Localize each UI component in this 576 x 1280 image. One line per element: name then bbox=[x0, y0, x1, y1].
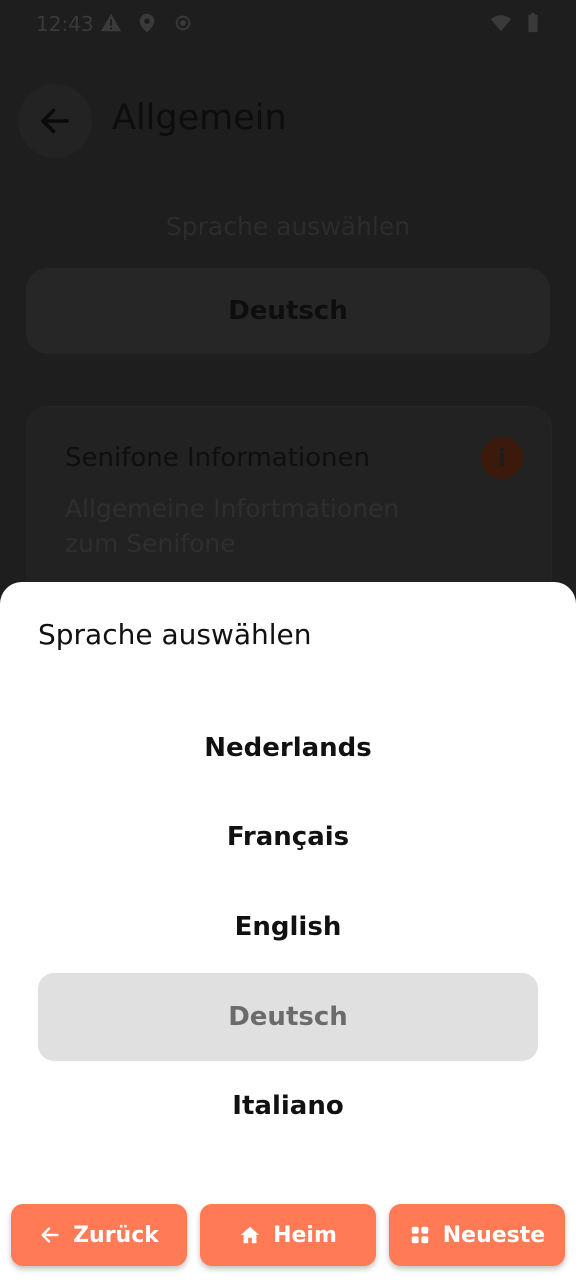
home-button-label: Heim bbox=[273, 1222, 337, 1248]
info-icon: i bbox=[481, 437, 523, 479]
status-time: 12:43 bbox=[36, 12, 94, 36]
arrow-left-icon bbox=[41, 108, 69, 134]
header-back-button[interactable] bbox=[18, 84, 92, 158]
grid-icon bbox=[411, 1226, 429, 1244]
language-option-label: Français bbox=[226, 822, 350, 852]
battery-icon bbox=[522, 12, 544, 34]
language-sheet: Sprache auswählen Nederlands Français En… bbox=[0, 582, 576, 1280]
language-option-italiano[interactable]: Italiano bbox=[38, 1062, 538, 1150]
gps-icon bbox=[172, 12, 194, 34]
language-value: Deutsch bbox=[228, 296, 348, 326]
info-card-subtitle: Allgemeine Infortmationen zum Senifone bbox=[65, 494, 400, 558]
back-button-label: Zurück bbox=[73, 1222, 159, 1248]
info-card-title: Senifone Informationen bbox=[65, 443, 370, 473]
language-selector[interactable]: Deutsch bbox=[26, 268, 550, 354]
language-option-deutsch[interactable]: Deutsch bbox=[38, 973, 538, 1061]
page-title: Allgemein bbox=[112, 98, 287, 138]
recent-button-label: Neueste bbox=[442, 1222, 546, 1248]
language-option-nederlands[interactable]: Nederlands bbox=[38, 704, 538, 792]
location-icon bbox=[136, 12, 158, 34]
home-icon bbox=[240, 1226, 260, 1244]
language-option-label: Italiano bbox=[232, 1091, 344, 1121]
home-button[interactable]: Heim bbox=[200, 1204, 376, 1266]
wifi-icon bbox=[490, 12, 512, 34]
warning-icon bbox=[100, 12, 122, 34]
language-label: Sprache auswählen bbox=[165, 212, 411, 241]
back-button[interactable]: Zurück bbox=[11, 1204, 187, 1266]
language-option-label: Nederlands bbox=[204, 733, 372, 763]
sheet-title: Sprache auswählen bbox=[38, 618, 312, 651]
language-option-english[interactable]: English bbox=[38, 883, 538, 971]
language-option-francais[interactable]: Français bbox=[38, 793, 538, 881]
language-option-label: Deutsch bbox=[228, 1002, 348, 1032]
arrow-left-icon bbox=[41, 1227, 59, 1243]
recent-button[interactable]: Neueste bbox=[389, 1204, 565, 1266]
status-bar: 12:43 bbox=[0, 0, 576, 48]
language-option-label: English bbox=[234, 912, 342, 942]
